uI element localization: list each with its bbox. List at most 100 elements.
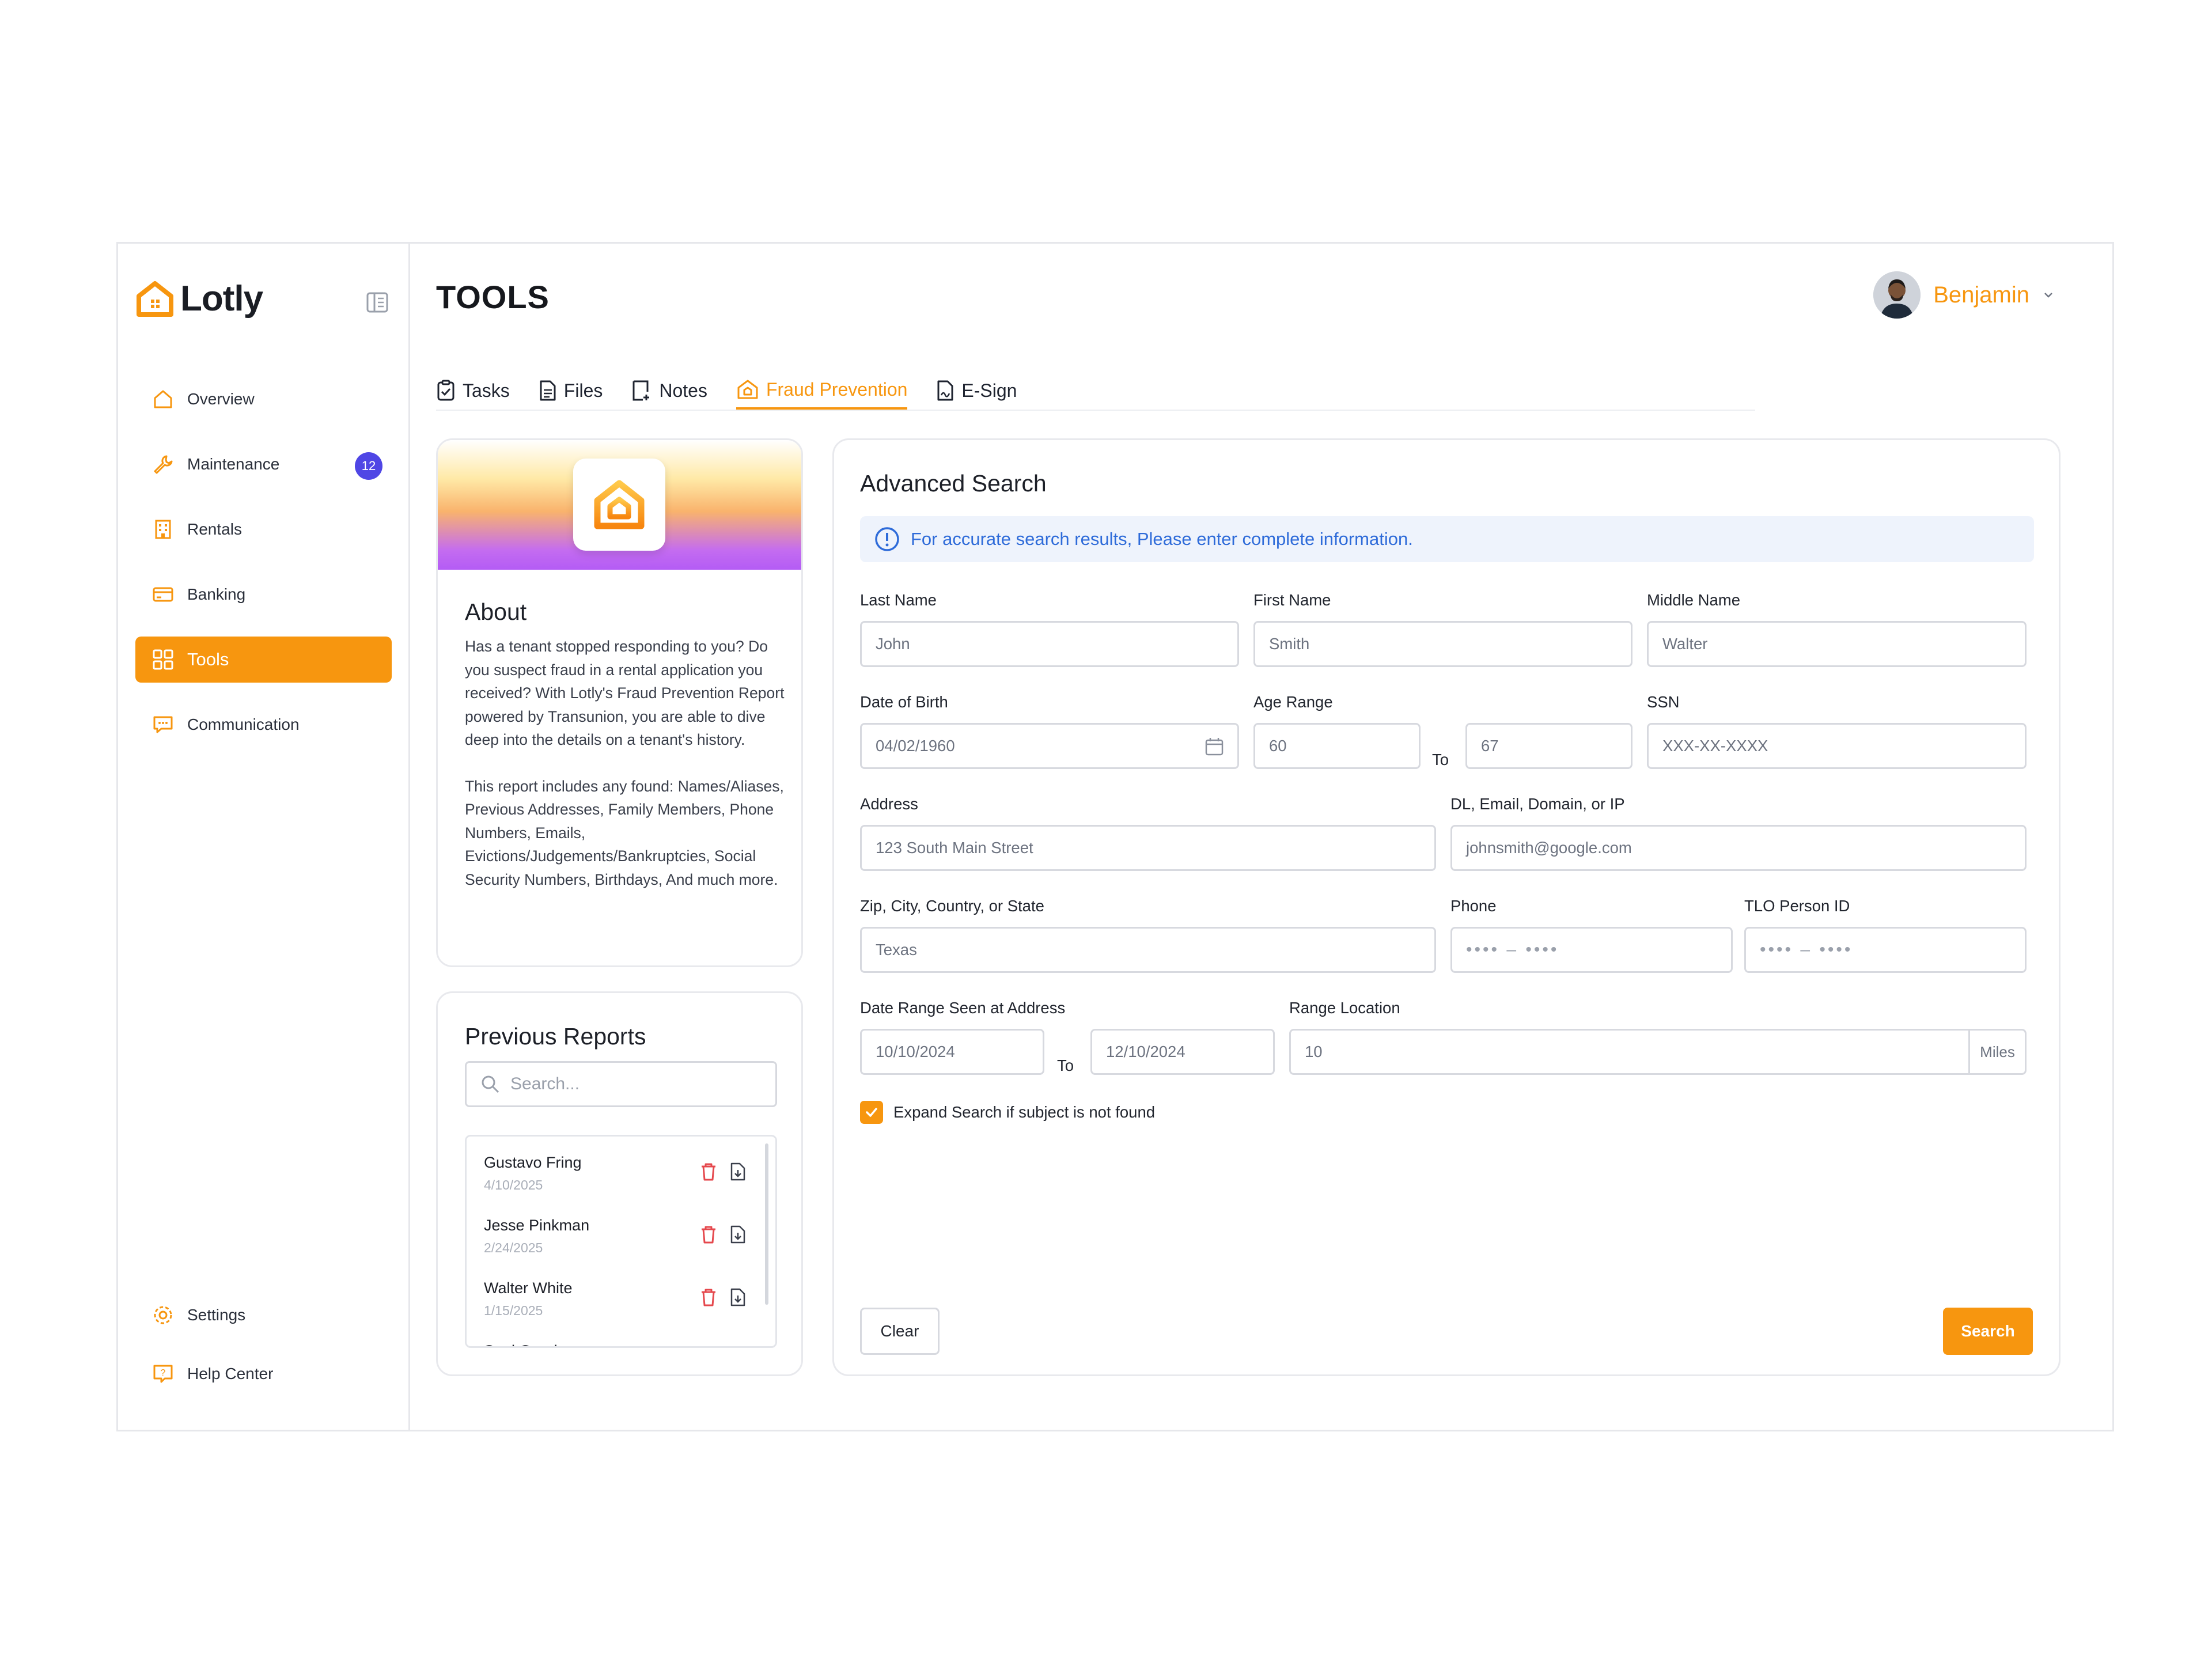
dob-value: 04/02/1960 xyxy=(876,737,955,755)
report-item[interactable]: Saul Goodman xyxy=(467,1325,775,1346)
zip-input[interactable]: Texas xyxy=(860,927,1436,973)
sidebar-item-tools[interactable]: Tools xyxy=(135,637,392,683)
shield-house-icon xyxy=(737,380,758,399)
date-from-input[interactable]: 10/10/2024 xyxy=(860,1029,1044,1075)
field-label xyxy=(1465,693,1633,711)
tab-fraud-prevention[interactable]: Fraud Prevention xyxy=(736,376,908,410)
sidebar-item-banking[interactable]: Banking xyxy=(135,571,392,618)
sidebar-item-rentals[interactable]: Rentals xyxy=(135,506,392,552)
phone-input[interactable]: •••• – •••• xyxy=(1450,927,1733,973)
middle-name-input[interactable]: Walter xyxy=(1647,621,2027,667)
search-button[interactable]: Search xyxy=(1943,1308,2033,1355)
note-icon xyxy=(632,380,650,401)
sidebar-collapse-icon[interactable] xyxy=(366,291,389,314)
sidebar-item-label: Communication xyxy=(187,715,300,733)
sidebar-item-settings[interactable]: Settings xyxy=(135,1292,392,1338)
report-item[interactable]: Gustavo Fring 4/10/2025 xyxy=(467,1137,775,1199)
tlo-input[interactable]: •••• – •••• xyxy=(1744,927,2027,973)
trash-icon[interactable] xyxy=(699,1287,718,1307)
logo[interactable]: Lotly xyxy=(135,278,263,319)
dob-input[interactable]: 04/02/1960 xyxy=(860,723,1239,769)
house-icon xyxy=(154,390,172,408)
previous-reports-card: Previous Reports Search... Gustavo Fring… xyxy=(436,991,803,1376)
first-name-input[interactable]: Smith xyxy=(1253,621,1633,667)
address-input[interactable]: 123 South Main Street xyxy=(860,825,1436,871)
wrench-icon xyxy=(154,455,173,474)
sidebar-nav: Overview Maintenance 12 Rentals Banking … xyxy=(135,376,392,767)
tlo-field: TLO Person ID •••• – •••• xyxy=(1744,897,2027,973)
date-to-input[interactable]: 12/10/2024 xyxy=(1090,1029,1275,1075)
trash-icon[interactable] xyxy=(699,1162,718,1181)
range-location-value: 10 xyxy=(1305,1043,1323,1060)
report-actions xyxy=(699,1287,747,1307)
sidebar-item-label: Tools xyxy=(187,649,229,669)
report-actions xyxy=(699,1225,747,1244)
download-file-icon[interactable] xyxy=(729,1287,747,1307)
ssn-input[interactable]: XXX-XX-XXXX xyxy=(1647,723,2027,769)
about-paragraph: This report includes any found: Names/Al… xyxy=(465,777,784,888)
report-name: Saul Goodman xyxy=(484,1342,775,1346)
tab-label: Fraud Prevention xyxy=(766,378,908,400)
about-hero xyxy=(438,440,801,570)
first-name-field: First Name Smith xyxy=(1253,591,1633,667)
clipboard-icon xyxy=(437,380,454,401)
field-label: DL, Email, Domain, or IP xyxy=(1450,795,1625,813)
age-to-field: 67 xyxy=(1465,693,1633,769)
field-label: Address xyxy=(860,795,918,813)
ssn-field: SSN XXX-XX-XXXX xyxy=(1647,693,2027,769)
trash-icon[interactable] xyxy=(699,1225,718,1244)
esign-icon xyxy=(937,380,953,401)
app-window: Lotly Overview Maintenance 12 Rentals Ba… xyxy=(116,242,2114,1431)
dl-input[interactable]: johnsmith@google.com xyxy=(1450,825,2027,871)
chat-icon xyxy=(153,716,173,733)
expand-search-option[interactable]: Expand Search if subject is not found xyxy=(860,1101,1155,1124)
reports-list: Gustavo Fring 4/10/2025 Jesse Pinkman 2/… xyxy=(465,1135,777,1348)
sidebar-item-overview[interactable]: Overview xyxy=(135,376,392,422)
sidebar-item-maintenance[interactable]: Maintenance 12 xyxy=(135,441,392,487)
field-label: SSN xyxy=(1647,693,1680,711)
last-name-input[interactable]: John xyxy=(860,621,1239,667)
field-label: Middle Name xyxy=(1647,591,1741,609)
zip-field: Zip, City, Country, or State Texas xyxy=(860,897,1436,973)
logo-text: Lotly xyxy=(180,279,263,319)
info-icon xyxy=(875,527,899,551)
expand-search-label: Expand Search if subject is not found xyxy=(893,1103,1156,1121)
user-menu[interactable]: Benjamin xyxy=(1873,271,2055,319)
tab-notes[interactable]: Notes xyxy=(631,376,707,410)
sidebar-item-help-center[interactable]: ? Help Center xyxy=(135,1351,392,1397)
clear-button[interactable]: Clear xyxy=(860,1308,940,1355)
page-title: TOOLS xyxy=(436,279,550,315)
download-file-icon[interactable] xyxy=(729,1225,747,1244)
unit-suffix: Miles xyxy=(1968,1031,2025,1073)
tab-tasks[interactable]: Tasks xyxy=(436,376,510,410)
expand-search-checkbox[interactable] xyxy=(860,1101,883,1124)
help-icon: ? xyxy=(153,1365,173,1383)
file-icon xyxy=(540,380,556,401)
reports-search-input[interactable]: Search... xyxy=(465,1061,777,1107)
calendar-icon[interactable] xyxy=(1204,736,1225,757)
field-label: TLO Person ID xyxy=(1744,897,1850,915)
report-item[interactable]: Jesse Pinkman 2/24/2025 xyxy=(467,1199,775,1262)
report-actions xyxy=(699,1162,747,1181)
tool-tabs: Tasks Files Notes Fraud Prevention E-Sig… xyxy=(436,376,1755,411)
tab-files[interactable]: Files xyxy=(539,376,603,410)
list-scrollbar[interactable] xyxy=(765,1143,768,1305)
report-item[interactable]: Walter White 1/15/2025 xyxy=(467,1262,775,1325)
dob-field: Date of Birth 04/02/1960 xyxy=(860,693,1239,769)
field-label: Age Range xyxy=(1253,693,1333,711)
field-label: Zip, City, Country, or State xyxy=(860,897,1044,915)
age-from-input[interactable]: 60 xyxy=(1253,723,1421,769)
sidebar-item-communication[interactable]: Communication xyxy=(135,702,392,748)
date-range-field: Date Range Seen at Address 10/10/2024 xyxy=(860,999,1065,1075)
range-location-input[interactable]: 10 Miles xyxy=(1289,1029,2027,1075)
tab-e-sign[interactable]: E-Sign xyxy=(936,376,1017,410)
tab-label: Files xyxy=(563,380,603,401)
field-label: Phone xyxy=(1450,897,1497,915)
field-label: Last Name xyxy=(860,591,937,609)
last-name-field: Last Name John xyxy=(860,591,1239,667)
previous-reports-title: Previous Reports xyxy=(465,1023,646,1050)
advanced-search-title: Advanced Search xyxy=(860,470,1047,497)
fraud-prevention-logo xyxy=(573,459,665,551)
age-to-input[interactable]: 67 xyxy=(1465,723,1633,769)
download-file-icon[interactable] xyxy=(729,1162,747,1181)
